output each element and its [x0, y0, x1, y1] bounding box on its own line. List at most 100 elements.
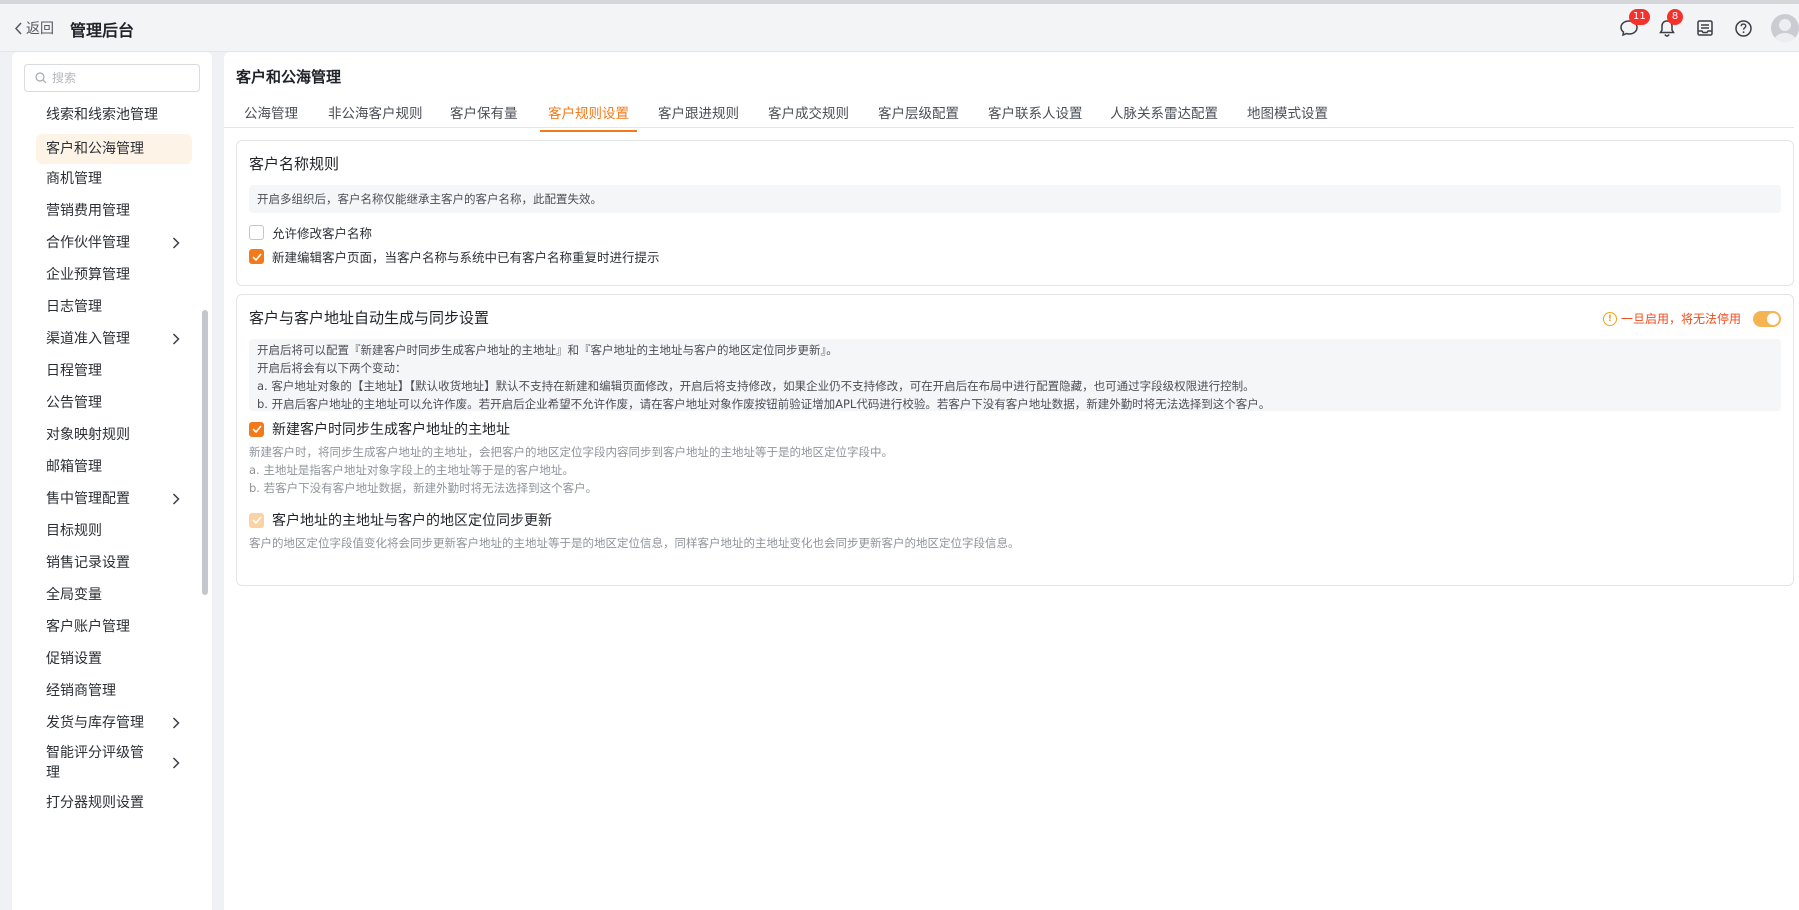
sidebar-item[interactable]: 促销设置	[36, 646, 192, 672]
tab[interactable]: 地图模式设置	[1247, 102, 1328, 130]
tab[interactable]: 非公海客户规则	[328, 102, 423, 130]
allow-edit-name-checkbox[interactable]	[249, 225, 264, 240]
app-title: 管理后台	[70, 21, 135, 40]
sync-location-checkbox[interactable]	[249, 512, 264, 528]
tab[interactable]: 客户跟进规则	[658, 102, 739, 130]
sidebar-item[interactable]: 客户账户管理	[36, 614, 192, 640]
sidebar-item[interactable]: 合作伙伴管理	[36, 230, 192, 256]
sidebar-item[interactable]: 售中管理配置	[36, 486, 192, 512]
search-input[interactable]	[52, 71, 192, 85]
chevron-right-icon	[172, 237, 180, 249]
chevron-left-icon	[14, 21, 22, 35]
sync-main-address-option[interactable]: 新建客户时同步生成客户地址的主地址	[249, 419, 510, 439]
chevron-right-icon	[172, 717, 180, 729]
tab[interactable]: 客户层级配置	[878, 102, 959, 130]
sidebar-item-label: 日志管理	[46, 299, 102, 315]
chevron-right-icon	[172, 333, 180, 345]
search-icon	[35, 72, 47, 84]
sidebar-item-label: 商机管理	[46, 171, 102, 187]
sync-main-address-label: 新建客户时同步生成客户地址的主地址	[272, 422, 510, 438]
sidebar-item-label: 合作伙伴管理	[46, 235, 130, 251]
sidebar-item-label: 客户账户管理	[46, 619, 130, 635]
sidebar-item[interactable]: 商机管理	[36, 166, 192, 192]
sidebar-item-label: 营销费用管理	[46, 203, 130, 219]
chevron-right-icon	[172, 757, 180, 769]
sync-main-address-checkbox[interactable]	[249, 421, 264, 437]
sidebar-item[interactable]: 打分器规则设置	[36, 790, 192, 816]
sidebar-item[interactable]: 目标规则	[36, 518, 192, 544]
sidebar-item-label: 目标规则	[46, 523, 102, 539]
duplicate-name-prompt-option[interactable]: 新建编辑客户页面，当客户名称与系统中已有客户名称重复时进行提示	[249, 247, 660, 266]
sidebar-item[interactable]: 公告管理	[36, 390, 192, 416]
allow-edit-name-option[interactable]: 允许修改客户名称	[249, 223, 372, 242]
allow-edit-name-label: 允许修改客户名称	[272, 226, 373, 241]
inbox-icon	[1697, 20, 1713, 36]
name-rule-notice: 开启多组织后，客户名称仅能继承主客户的客户名称，此配置失效。	[249, 185, 1781, 213]
sync-location-label: 客户地址的主地址与客户的地区定位同步更新	[272, 513, 552, 529]
sidebar-item[interactable]: 营销费用管理	[36, 198, 192, 224]
warning-icon: !	[1602, 311, 1617, 326]
notification-badge: 8	[1667, 9, 1683, 25]
sidebar-search	[24, 64, 200, 92]
tab[interactable]: 公海管理	[244, 102, 298, 130]
sidebar-item-label: 全局变量	[46, 587, 102, 603]
inbox-button[interactable]	[1693, 16, 1717, 40]
tab[interactable]: 客户成交规则	[768, 102, 849, 130]
help-button[interactable]	[1731, 16, 1755, 40]
notice-line: a. 客户地址对象的【主地址】【默认收货地址】默认不支持在新建和编辑页面修改，开…	[257, 379, 1255, 393]
desc-line: a. 主地址是指客户地址对象字段上的主地址等于是的客户地址。	[249, 463, 574, 477]
check-icon	[251, 516, 262, 524]
sidebar-item[interactable]: 客户和公海管理	[36, 134, 192, 164]
tab[interactable]: 人脉关系雷达配置	[1110, 102, 1218, 130]
tab[interactable]: 客户保有量	[450, 102, 518, 130]
sidebar-item[interactable]: 线索和线索池管理	[36, 102, 192, 128]
sidebar: 线索和线索池管理客户和公海管理商机管理营销费用管理合作伙伴管理企业预算管理日志管…	[12, 52, 212, 910]
sidebar-item[interactable]: 经销商管理	[36, 678, 192, 704]
chevron-right-icon	[172, 493, 180, 505]
duplicate-name-prompt-checkbox[interactable]	[249, 249, 264, 264]
sidebar-item-label: 对象映射规则	[46, 427, 130, 443]
sidebar-item-label: 售中管理配置	[46, 491, 130, 507]
sidebar-item[interactable]: 销售记录设置	[36, 550, 192, 576]
chat-button[interactable]: 11	[1617, 9, 1650, 40]
sidebar-item[interactable]: 企业预算管理	[36, 262, 192, 288]
sidebar-item-label: 公告管理	[46, 395, 102, 411]
sidebar-item-label: 渠道准入管理	[46, 331, 130, 347]
tab-bar: 公海管理 非公海客户规则 客户保有量 客户规则设置 客户跟进规则 客户成交规则 客户层级配置…	[224, 96, 1794, 132]
address-sync-toggle[interactable]	[1753, 310, 1781, 327]
sidebar-item[interactable]: 渠道准入管理	[36, 326, 192, 352]
sidebar-item[interactable]: 日程管理	[36, 358, 192, 384]
sidebar-item-label: 销售记录设置	[46, 555, 130, 571]
duplicate-name-prompt-label: 新建编辑客户页面，当客户名称与系统中已有客户名称重复时进行提示	[272, 250, 660, 265]
page-title: 客户和公海管理	[236, 68, 342, 86]
address-sync-notice: 开启后将可以配置『新建客户时同步生成客户地址的主地址』和『客户地址的主地址与客户…	[249, 339, 1781, 411]
main-content: 客户和公海管理 公海管理 非公海客户规则 客户保有量 客户规则设置 客户跟进规则 客户成交…	[224, 52, 1799, 910]
sidebar-item[interactable]: 邮箱管理	[36, 454, 192, 480]
sidebar-item[interactable]: 发货与库存管理	[36, 710, 192, 736]
tab[interactable]: 客户规则设置	[540, 102, 637, 132]
sidebar-item-label: 经销商管理	[46, 683, 116, 699]
sidebar-item-label: 企业预算管理	[46, 267, 130, 283]
help-icon	[1734, 19, 1752, 37]
address-sync-title: 客户与客户地址自动生成与同步设置	[249, 309, 490, 327]
back-button[interactable]: 返回	[14, 18, 54, 38]
check-icon	[251, 252, 262, 261]
sidebar-item-label: 线索和线索池管理	[46, 107, 158, 123]
sync-location-option[interactable]: 客户地址的主地址与客户的地区定位同步更新	[249, 510, 552, 530]
sync-location-desc: 客户的地区定位字段值变化将会同步更新客户地址的主地址等于是的地区定位信息，同样客…	[249, 536, 1020, 550]
desc-line: 新建客户时，将同步生成客户地址的主地址，会把客户的地区定位字段内容同步到客户地址…	[249, 445, 893, 459]
desc-line: b. 若客户下没有客户地址数据，新建外勤时将无法选择到这个客户。	[249, 481, 598, 495]
address-sync-card: 客户与客户地址自动生成与同步设置 ! 一旦启用，将无法停用 开启后将可以配置『新…	[236, 294, 1794, 586]
sidebar-scrollbar[interactable]	[202, 310, 208, 595]
sidebar-item[interactable]: 日志管理	[36, 294, 192, 320]
sidebar-item-label: 邮箱管理	[46, 459, 102, 475]
check-icon	[251, 425, 262, 433]
user-avatar[interactable]	[1771, 14, 1799, 42]
sidebar-item[interactable]: 全局变量	[36, 582, 192, 608]
sidebar-item[interactable]: 智能评分评级管理	[36, 742, 192, 784]
name-rule-title: 客户名称规则	[249, 155, 340, 173]
notification-button[interactable]: 8	[1655, 9, 1683, 40]
tab[interactable]: 客户联系人设置	[988, 102, 1083, 130]
sidebar-item[interactable]: 对象映射规则	[36, 422, 192, 448]
sidebar-item-label: 客户和公海管理	[46, 141, 144, 157]
